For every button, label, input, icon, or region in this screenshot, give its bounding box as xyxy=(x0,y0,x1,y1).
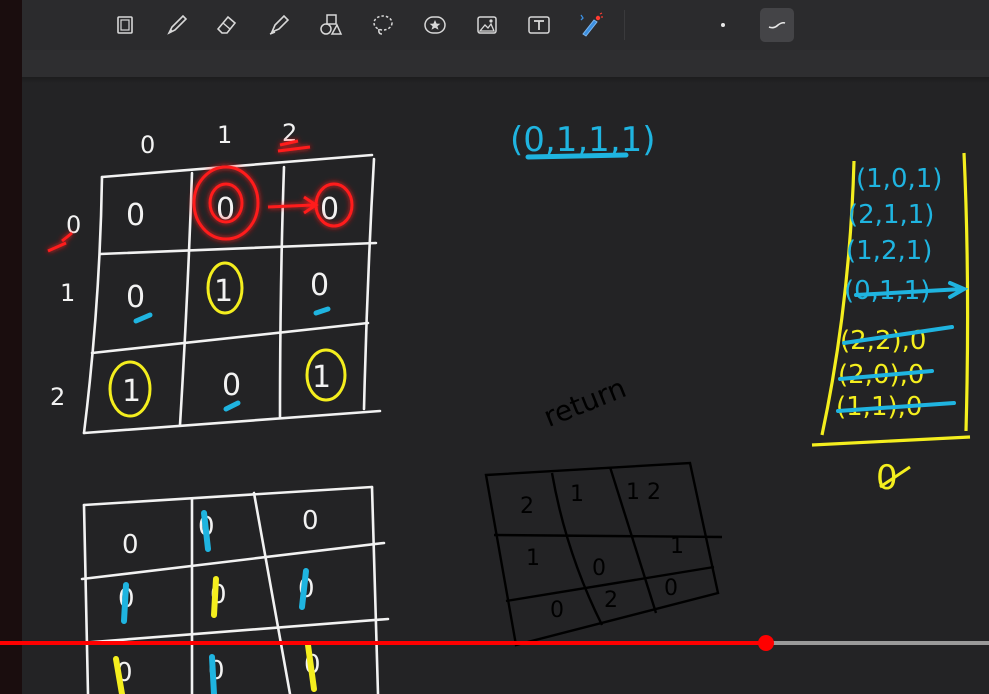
dot-icon[interactable] xyxy=(706,8,740,42)
cell-value: 1 xyxy=(122,374,141,409)
shapes-icon[interactable] xyxy=(314,8,348,42)
laser-pointer-icon[interactable] xyxy=(574,8,608,42)
drawing-canvas[interactable]: 0 1 2 0 1 2 0 0 0 0 1 0 1 0 1 (0,1,1,1) … xyxy=(22,83,989,694)
page-icon[interactable] xyxy=(108,8,142,42)
row-header: 2 xyxy=(50,383,65,411)
cell-value: 1 2 xyxy=(626,480,661,505)
cell-value: 0 xyxy=(664,576,678,601)
queue-item: (2,1,1) xyxy=(848,200,934,230)
cell-value: 2 xyxy=(604,588,618,613)
col-header: 1 xyxy=(217,121,232,149)
cell-value: 1 xyxy=(312,360,331,395)
toolbar-divider xyxy=(624,10,625,40)
highlighter-icon[interactable] xyxy=(262,8,296,42)
return-note: return xyxy=(539,371,631,434)
eraser-icon[interactable] xyxy=(210,8,244,42)
cell-value: 0 xyxy=(302,506,319,536)
bottom-grid-cells: 0 0 0 0 0 0 0 0 0 xyxy=(116,506,321,688)
text-icon[interactable] xyxy=(522,8,556,42)
black-grid xyxy=(484,461,723,647)
cell-value: 0 xyxy=(550,598,564,623)
cell-value: 2 xyxy=(520,494,534,519)
cell-value: 0 xyxy=(592,556,606,581)
canvas-ink: 0 1 2 0 1 2 0 0 0 0 1 0 1 0 1 (0,1,1,1) … xyxy=(47,119,971,694)
cell-value: 0 xyxy=(122,530,139,560)
queue-item: (1,2,1) xyxy=(846,236,932,266)
row-header: 1 xyxy=(60,279,75,307)
toolbar-spacer xyxy=(22,50,989,77)
progress-fill xyxy=(0,641,767,645)
cell-value: 1 xyxy=(214,274,233,309)
cell-value: 1 xyxy=(526,546,540,571)
tuple-note: (0,1,1,1) xyxy=(510,120,655,160)
queue-item: (1,0,1) xyxy=(856,164,942,194)
black-grid-cells: 2 1 1 2 1 0 1 0 2 0 xyxy=(520,480,684,623)
red-highlights xyxy=(47,139,354,253)
cell-value: 0 xyxy=(222,368,241,403)
video-progress-bar[interactable] xyxy=(0,635,989,651)
cell-value: 1 xyxy=(670,534,684,559)
cell-value: 0 xyxy=(310,268,329,303)
pen-icon[interactable] xyxy=(160,8,194,42)
cell-value: 1 xyxy=(570,482,584,507)
video-left-edge xyxy=(0,0,22,694)
top-grid-headers: 0 1 2 0 1 2 xyxy=(50,119,297,411)
star-sticker-icon[interactable] xyxy=(418,8,452,42)
cell-value: 0 xyxy=(126,198,145,233)
image-icon[interactable] xyxy=(470,8,504,42)
cell-value: 0 xyxy=(126,280,145,315)
toolbar xyxy=(22,0,989,50)
stroke-icon[interactable] xyxy=(760,8,794,42)
lasso-icon[interactable] xyxy=(366,8,400,42)
col-header: 0 xyxy=(140,131,155,159)
